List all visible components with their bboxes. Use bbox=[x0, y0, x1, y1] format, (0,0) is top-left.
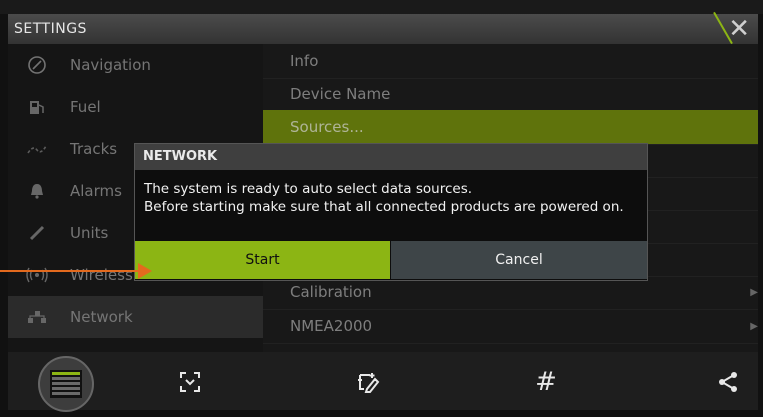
title-bar: SETTINGS ✕ bbox=[8, 11, 758, 45]
status-bar bbox=[0, 0, 763, 14]
start-button[interactable]: Start bbox=[135, 241, 390, 279]
dialog-title-bar: NETWORK bbox=[135, 144, 647, 170]
bottom-toolbar: # bbox=[8, 352, 758, 412]
page-title: SETTINGS bbox=[14, 21, 87, 37]
home-thumbnail-preview bbox=[50, 370, 82, 398]
dialog-message-line-1: The system is ready to auto select data … bbox=[144, 181, 473, 197]
close-icon[interactable]: ✕ bbox=[728, 14, 750, 44]
app-window: SETTINGS ✕ Navigation Fuel Tracks Alarms… bbox=[0, 0, 763, 417]
grid-icon[interactable]: # bbox=[526, 362, 566, 402]
annotation-arrow-icon bbox=[138, 263, 152, 279]
cancel-button[interactable]: Cancel bbox=[391, 241, 647, 279]
network-dialog: NETWORK The system is ready to auto sele… bbox=[134, 143, 648, 281]
home-thumbnail-icon[interactable] bbox=[38, 356, 94, 412]
vessel-focus-icon[interactable] bbox=[170, 362, 210, 402]
dialog-message-line-2: Before starting make sure that all conne… bbox=[144, 199, 624, 215]
dialog-message: The system is ready to auto select data … bbox=[144, 180, 639, 216]
share-icon[interactable] bbox=[708, 362, 748, 402]
dialog-title: NETWORK bbox=[143, 149, 218, 164]
edit-pages-icon[interactable] bbox=[348, 362, 388, 402]
annotation-arrow-line bbox=[0, 270, 140, 272]
